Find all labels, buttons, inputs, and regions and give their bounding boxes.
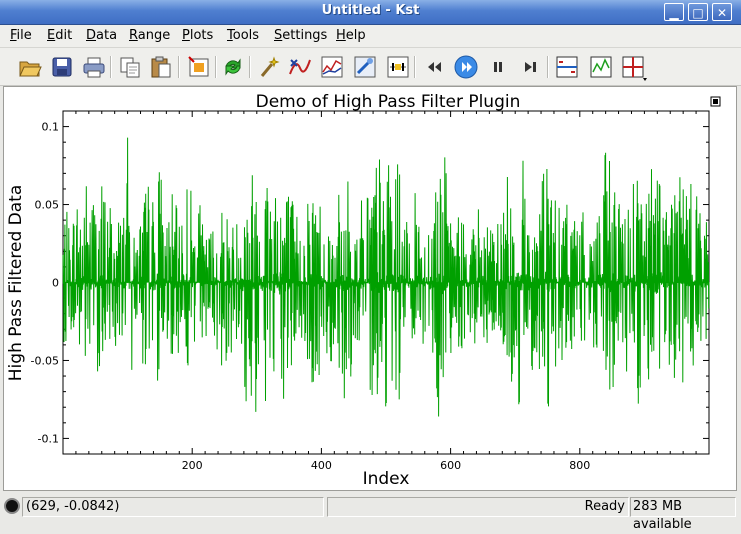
paste-button[interactable] xyxy=(148,54,174,80)
plot-svg[interactable]: Demo of High Pass Filter Plugin 200 400 60… xyxy=(4,87,736,490)
copy-button[interactable] xyxy=(117,54,143,80)
y-axis-label: High Pass Filtered Data xyxy=(6,185,26,381)
menu-file[interactable]: File xyxy=(10,28,32,43)
zoom-layout-button[interactable] xyxy=(554,54,580,80)
back-button[interactable] xyxy=(421,54,447,80)
x-tick-label: 200 xyxy=(182,459,203,472)
print-icon xyxy=(83,57,105,78)
graph-mode-icon xyxy=(590,56,612,78)
status-bar: (629, -0.0842) Ready 283 MB available xyxy=(0,494,741,532)
x-tick-label: 600 xyxy=(440,459,461,472)
reload-icon xyxy=(225,58,241,76)
y-tick-label: -0.05 xyxy=(31,354,59,367)
curve-icon xyxy=(321,56,343,78)
menu-tools[interactable]: Tools xyxy=(227,28,259,43)
data-series xyxy=(62,137,710,417)
toolbar-separator xyxy=(414,56,416,78)
open-button[interactable] xyxy=(17,54,43,80)
series-line xyxy=(62,137,710,417)
menu-bar: File Edit Data Range Plots Tools Setting… xyxy=(0,25,741,48)
maximize-button[interactable]: □ xyxy=(688,3,708,21)
play-icon xyxy=(454,55,478,79)
menu-settings[interactable]: Settings xyxy=(274,28,327,43)
status-memory: 283 MB available xyxy=(630,497,736,532)
tie-zoom-icon xyxy=(622,56,647,81)
toolbar-separator xyxy=(249,56,251,78)
minimize-button[interactable]: ▁ xyxy=(664,3,684,21)
tie-zoom-button[interactable] xyxy=(620,54,647,81)
status-coords: (629, -0.0842) xyxy=(22,497,324,517)
end-icon xyxy=(525,62,536,72)
window-title: Untitled - Kst xyxy=(321,3,420,18)
equation-icon xyxy=(354,56,376,78)
paste-icon xyxy=(151,56,171,78)
y-tick-label: 0 xyxy=(52,277,59,290)
x-tick-label: 400 xyxy=(311,459,332,472)
toolbar-separator xyxy=(215,56,217,78)
status-indicator-icon xyxy=(4,498,20,514)
graph-mode-button[interactable] xyxy=(588,54,614,80)
x-axis-label: Index xyxy=(363,469,410,489)
curve-button[interactable] xyxy=(319,54,345,80)
zoom-layout-icon xyxy=(556,56,578,78)
play-button[interactable] xyxy=(453,54,479,80)
save-icon xyxy=(52,57,72,77)
toolbar xyxy=(0,48,741,86)
menu-edit[interactable]: Edit xyxy=(47,28,72,43)
event-monitor-icon xyxy=(387,56,409,78)
data-wizard-button[interactable] xyxy=(186,54,212,80)
reload-button[interactable] xyxy=(220,54,246,80)
event-monitor-button[interactable] xyxy=(385,54,411,80)
toolbar-separator xyxy=(178,56,180,78)
wand-button[interactable] xyxy=(256,54,282,80)
back-icon xyxy=(428,62,441,72)
copy-icon xyxy=(120,57,140,78)
plugin-icon xyxy=(289,59,311,75)
x-tick-label: 800 xyxy=(569,459,590,472)
menu-range[interactable]: Range xyxy=(129,28,170,43)
pause-icon xyxy=(494,62,502,72)
title-bar: Untitled - Kst ▁ □ ✕ xyxy=(0,0,741,25)
y-tick-label: -0.1 xyxy=(38,432,59,445)
open-icon xyxy=(19,61,42,77)
equation-button[interactable] xyxy=(352,54,378,80)
status-ready: Ready xyxy=(327,497,629,517)
wand-icon xyxy=(260,56,280,77)
y-tick-label: 0.05 xyxy=(35,199,60,212)
save-button[interactable] xyxy=(49,54,75,80)
menu-help[interactable]: Help xyxy=(336,28,366,43)
toolbar-separator xyxy=(547,56,549,78)
data-wizard-icon xyxy=(188,56,209,77)
plot-menu-button-marker xyxy=(713,99,718,104)
plugin-button[interactable] xyxy=(287,54,313,80)
menu-data[interactable]: Data xyxy=(86,28,117,43)
chart-title: Demo of High Pass Filter Plugin xyxy=(256,92,521,112)
menu-plots[interactable]: Plots xyxy=(182,28,213,43)
y-tick-label: 0.1 xyxy=(42,121,60,134)
plot-window[interactable]: Demo of High Pass Filter Plugin 200 400 60… xyxy=(3,86,737,491)
toolbar-separator xyxy=(110,56,112,78)
end-button[interactable] xyxy=(517,54,543,80)
close-button[interactable]: ✕ xyxy=(712,3,732,21)
pause-button[interactable] xyxy=(485,54,511,80)
print-button[interactable] xyxy=(81,54,107,80)
